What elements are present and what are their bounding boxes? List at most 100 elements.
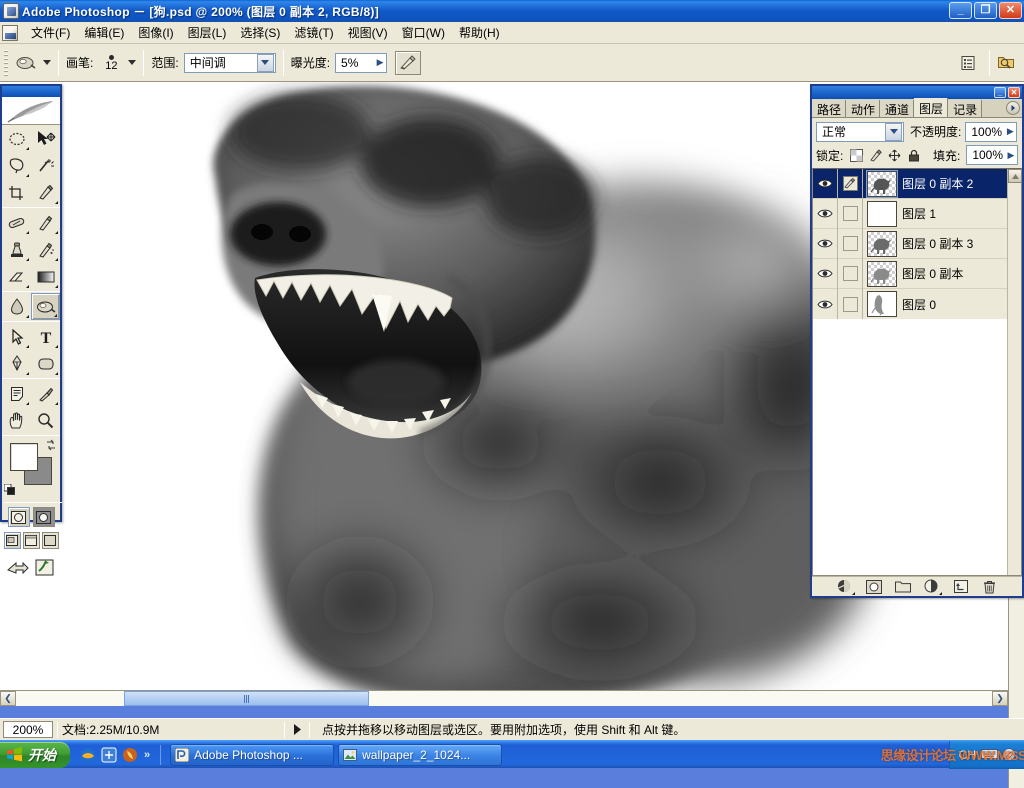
layer-link-cell[interactable] bbox=[838, 258, 863, 289]
layers-panel-minimize-button[interactable]: _ bbox=[994, 87, 1006, 98]
scroll-right-button[interactable]: ❯ bbox=[992, 691, 1008, 706]
delete-layer-button[interactable] bbox=[981, 579, 999, 595]
blend-mode-select[interactable]: 正常 bbox=[816, 121, 904, 142]
layers-panel-close-button[interactable]: ✕ bbox=[1008, 87, 1020, 98]
layer-visibility-toggle[interactable] bbox=[813, 169, 838, 199]
start-button[interactable]: 开始 bbox=[0, 741, 70, 768]
tab-paths[interactable]: 路径 bbox=[812, 100, 847, 117]
dodge-tool[interactable] bbox=[31, 293, 60, 320]
gradient-tool[interactable] bbox=[31, 263, 60, 290]
menu-edit[interactable]: 编辑(E) bbox=[77, 22, 131, 43]
layer-thumbnail[interactable] bbox=[867, 230, 897, 257]
layer-thumbnail[interactable] bbox=[867, 260, 897, 287]
healing-brush-tool[interactable] bbox=[2, 209, 31, 236]
standard-screen-button[interactable] bbox=[3, 532, 21, 549]
move-tool[interactable] bbox=[31, 125, 60, 152]
menu-select[interactable]: 选择(S) bbox=[233, 22, 287, 43]
default-colors-icon[interactable] bbox=[3, 483, 15, 495]
opacity-input[interactable]: 100% ▶ bbox=[965, 121, 1018, 142]
menu-window[interactable]: 窗口(W) bbox=[395, 22, 452, 43]
tab-history[interactable]: 记录 bbox=[948, 100, 983, 117]
marquee-tool[interactable] bbox=[2, 125, 31, 152]
slice-tool[interactable] bbox=[31, 179, 60, 206]
layer-row[interactable]: 图层 0 副本 bbox=[813, 258, 1007, 289]
layer-style-button[interactable] bbox=[836, 579, 855, 595]
scroll-left-button[interactable]: ❮ bbox=[0, 691, 16, 706]
toolbox-title-bar[interactable] bbox=[2, 86, 60, 97]
brush-chevron-down-icon[interactable] bbox=[128, 60, 137, 65]
lock-transparent-pixels-icon[interactable] bbox=[849, 148, 864, 163]
full-screen-button[interactable] bbox=[41, 532, 59, 549]
notes-tool[interactable] bbox=[2, 380, 31, 407]
document-icon[interactable] bbox=[2, 24, 18, 41]
taskbar-item-photoshop[interactable]: Adobe Photoshop ... bbox=[170, 743, 335, 766]
range-chevron-down-icon[interactable] bbox=[256, 53, 274, 72]
quick-launch-more-icon[interactable]: » bbox=[144, 749, 150, 761]
taskbar-item-wallpaper[interactable]: wallpaper_2_1024... bbox=[338, 743, 503, 766]
range-select[interactable]: 中间调 bbox=[183, 52, 276, 73]
media-icon[interactable] bbox=[122, 747, 138, 763]
full-screen-menubar-button[interactable] bbox=[22, 532, 40, 549]
lock-all-icon[interactable] bbox=[906, 148, 921, 163]
layer-row[interactable]: 图层 1 bbox=[813, 198, 1007, 229]
eraser-tool[interactable] bbox=[2, 263, 31, 290]
layers-list-scrollbar[interactable] bbox=[1007, 169, 1021, 575]
standard-mode-button[interactable] bbox=[7, 507, 30, 527]
crop-tool[interactable] bbox=[2, 179, 31, 206]
new-group-button[interactable] bbox=[894, 579, 912, 595]
tab-layers[interactable]: 图层 bbox=[914, 98, 949, 117]
layer-visibility-toggle[interactable] bbox=[813, 228, 838, 259]
add-layer-mask-button[interactable] bbox=[865, 579, 883, 595]
history-brush-tool[interactable] bbox=[31, 236, 60, 263]
menu-layer[interactable]: 图层(L) bbox=[181, 22, 234, 43]
options-bar-grip[interactable] bbox=[2, 47, 10, 78]
type-tool[interactable]: T bbox=[31, 323, 60, 350]
layer-thumbnail[interactable] bbox=[867, 291, 897, 317]
opacity-chevron-right-icon[interactable]: ▶ bbox=[1004, 123, 1016, 141]
ime-pen-icon[interactable] bbox=[1002, 747, 1018, 762]
brush-tool[interactable] bbox=[31, 209, 60, 236]
brush-preview[interactable]: 12 bbox=[98, 54, 124, 71]
path-selection-tool[interactable] bbox=[2, 323, 31, 350]
layer-row[interactable]: 图层 0 bbox=[813, 289, 1007, 319]
dodge-tool-icon[interactable] bbox=[13, 51, 39, 75]
new-layer-button[interactable] bbox=[952, 579, 970, 595]
layer-visibility-toggle[interactable] bbox=[813, 258, 838, 289]
blend-mode-chevron-down-icon[interactable] bbox=[885, 122, 902, 141]
file-browser-icon[interactable] bbox=[996, 51, 1018, 75]
tab-actions[interactable]: 动作 bbox=[846, 100, 881, 117]
zoom-level-input[interactable]: 200% bbox=[3, 721, 53, 738]
layers-scroll-up-button[interactable] bbox=[1008, 169, 1021, 183]
palette-menu-icon[interactable] bbox=[1006, 101, 1020, 115]
document-horizontal-scrollbar[interactable]: ❮ ❯ bbox=[0, 690, 1008, 706]
fill-input[interactable]: 100% ▶ bbox=[966, 145, 1019, 165]
show-desktop-icon[interactable] bbox=[101, 747, 117, 763]
lasso-tool[interactable] bbox=[2, 152, 31, 179]
menu-view[interactable]: 视图(V) bbox=[341, 22, 395, 43]
language-indicator[interactable]: CH bbox=[959, 748, 976, 762]
layer-thumbnail[interactable] bbox=[867, 200, 897, 227]
shape-tool[interactable] bbox=[31, 350, 60, 377]
layer-link-cell[interactable] bbox=[838, 169, 863, 199]
zoom-tool[interactable] bbox=[31, 407, 60, 434]
tab-channels[interactable]: 通道 bbox=[880, 100, 915, 117]
menu-filter[interactable]: 滤镜(T) bbox=[287, 22, 340, 43]
layer-visibility-toggle[interactable] bbox=[813, 289, 838, 319]
pen-tool[interactable] bbox=[2, 350, 31, 377]
palette-list-icon[interactable] bbox=[957, 51, 979, 75]
keyboard-icon[interactable] bbox=[981, 748, 998, 762]
magic-wand-tool[interactable] bbox=[31, 152, 60, 179]
restore-button[interactable]: ❐ bbox=[974, 2, 997, 19]
lock-position-icon[interactable] bbox=[887, 148, 902, 163]
tool-preset-chevron-down-icon[interactable] bbox=[43, 60, 51, 65]
hand-tool[interactable] bbox=[2, 407, 31, 434]
foreground-color-swatch[interactable] bbox=[10, 443, 38, 471]
imageready-icon[interactable] bbox=[33, 557, 57, 577]
minimize-button[interactable]: _ bbox=[949, 2, 972, 19]
lock-image-pixels-icon[interactable] bbox=[868, 148, 883, 163]
layer-link-cell[interactable] bbox=[838, 228, 863, 259]
eyedropper-tool[interactable] bbox=[31, 380, 60, 407]
close-button[interactable]: ✕ bbox=[999, 2, 1022, 19]
hscroll-thumb[interactable] bbox=[124, 691, 369, 706]
layer-row[interactable]: 图层 0 副本 2 bbox=[813, 169, 1007, 199]
